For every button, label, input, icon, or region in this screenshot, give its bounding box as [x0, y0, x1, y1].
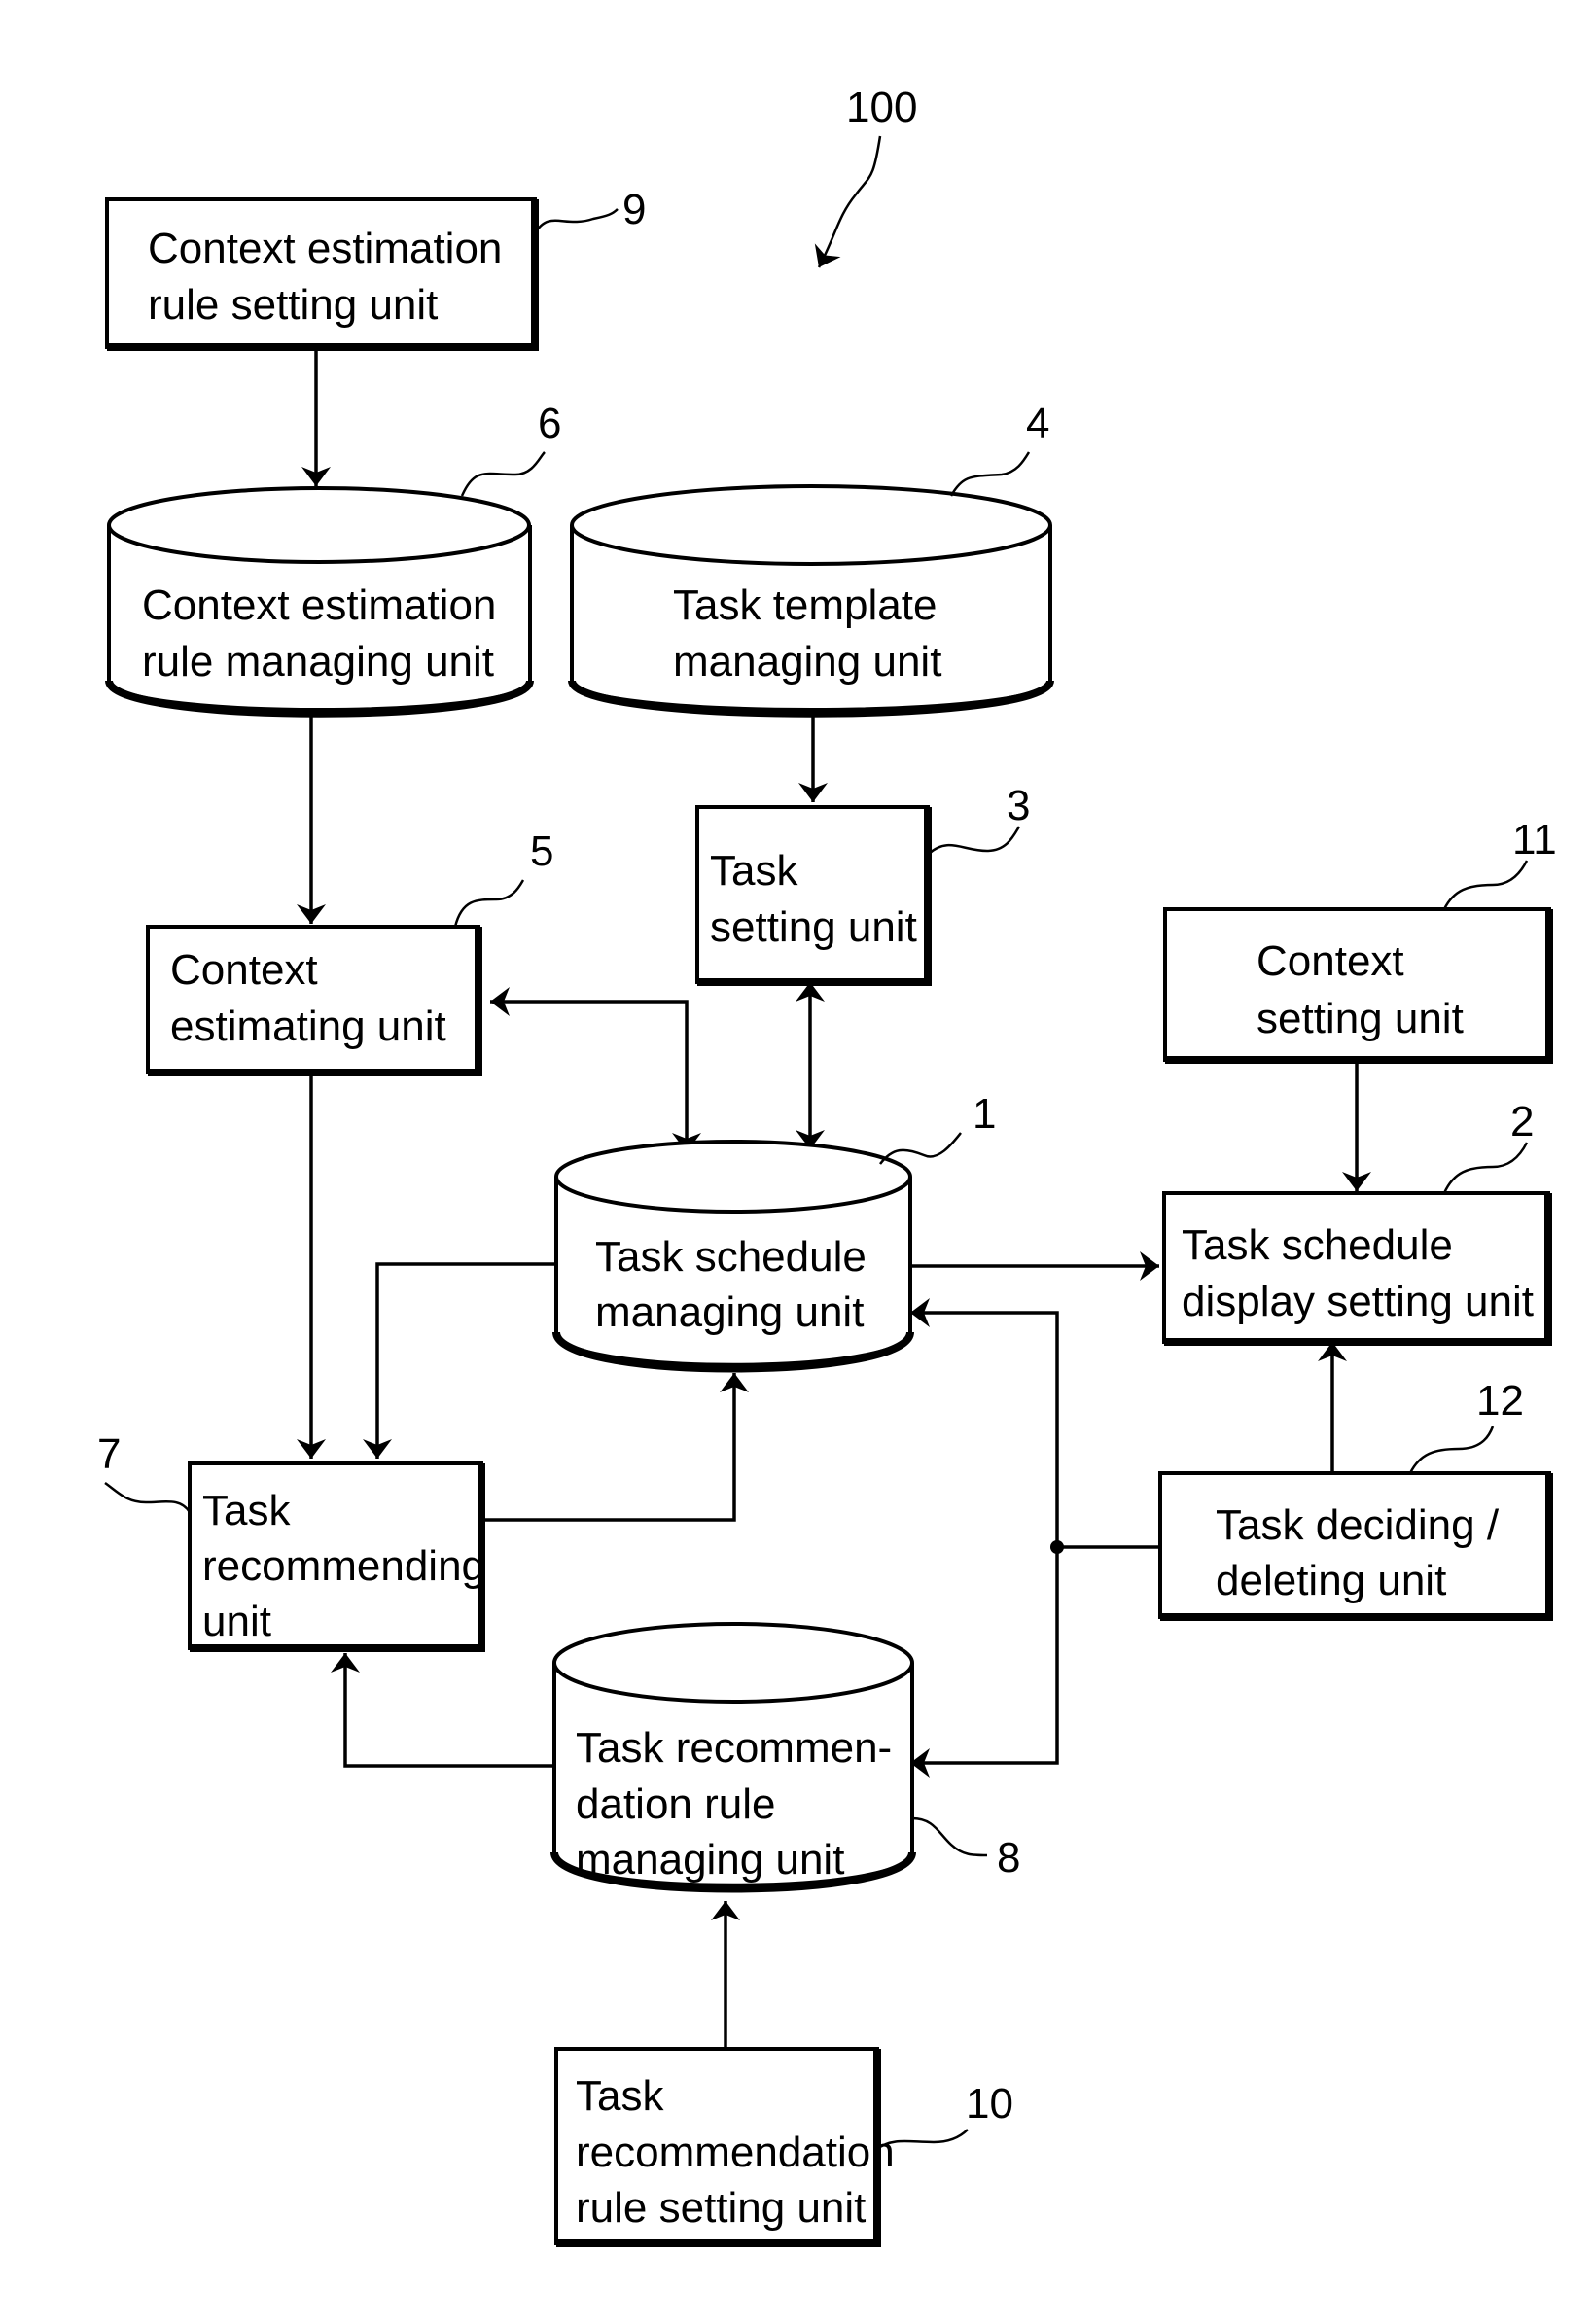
- ref-number: 9: [622, 186, 646, 233]
- unit-label-line: Task: [710, 847, 798, 895]
- ref-leader: [460, 451, 546, 497]
- unit-context-estimation-rule-setting[interactable]: Context estimation rule setting unit 9: [105, 186, 646, 351]
- figure-ref-label: 100: [846, 84, 917, 131]
- unit-task-template-managing[interactable]: Task template managing unit 4: [568, 400, 1054, 718]
- unit-label-line: Task: [202, 1487, 291, 1534]
- ref-number: 6: [538, 400, 561, 447]
- unit-label-line: Task schedule: [1182, 1221, 1453, 1269]
- unit-label-line: estimating unit: [170, 1003, 446, 1050]
- ref-leader: [911, 1816, 988, 1857]
- ref-number: 5: [530, 827, 553, 875]
- arrow-1-to-5: [490, 987, 701, 1152]
- unit-label-line: deleting unit: [1216, 1557, 1446, 1604]
- arrow-7-to-1: [482, 1373, 749, 1522]
- unit-label-line: Context: [170, 946, 318, 994]
- unit-label-line: setting unit: [710, 903, 917, 951]
- unit-label-line: setting unit: [1257, 995, 1464, 1042]
- unit-task-recommendation-rule-setting[interactable]: Task recommendation rule setting unit 10: [554, 2047, 1013, 2247]
- unit-label-line: managing unit: [576, 1836, 844, 1884]
- unit-task-setting[interactable]: Task setting unit 3: [695, 782, 1030, 986]
- junction-dot: [1050, 1540, 1064, 1554]
- ref-number: 7: [97, 1430, 121, 1478]
- unit-task-deciding-deleting[interactable]: Task deciding / deleting unit 12: [1158, 1377, 1553, 1621]
- unit-label-line: managing unit: [673, 638, 941, 686]
- ref-number: 10: [966, 2080, 1013, 2128]
- unit-label-line: Task: [576, 2072, 664, 2120]
- block-diagram: 100 Context estimation rule setting unit…: [97, 84, 1557, 2247]
- ref-number: 11: [1512, 816, 1557, 863]
- unit-label-line: rule managing unit: [142, 638, 494, 686]
- arrow-8-to-7: [331, 1653, 556, 1768]
- arrow-junction-to-8: [910, 1547, 1059, 1778]
- unit-label-line: display setting unit: [1182, 1278, 1534, 1325]
- unit-label-line: rule setting unit: [148, 281, 438, 329]
- unit-label-line: managing unit: [595, 1288, 864, 1336]
- unit-task-schedule-managing[interactable]: Task schedule managing unit 1: [552, 1090, 996, 1373]
- unit-label-line: recommendation: [576, 2129, 895, 2176]
- ref-leader: [1408, 1426, 1495, 1474]
- unit-label-line: Context estimation: [148, 225, 502, 272]
- ref-number: 4: [1026, 400, 1049, 447]
- unit-label-line: Context: [1257, 937, 1404, 985]
- ref-leader: [533, 208, 619, 234]
- ref-number: 12: [1476, 1377, 1524, 1425]
- arrow-junction-to-1: [910, 1298, 1059, 1547]
- ref-leader: [104, 1481, 192, 1513]
- unit-label-line: Task template: [673, 581, 937, 629]
- ref-number: 1: [973, 1090, 996, 1138]
- unit-context-estimation-rule-managing[interactable]: Context estimation rule managing unit 6: [105, 400, 561, 718]
- ref-number: 8: [997, 1834, 1020, 1882]
- ref-number: 2: [1510, 1098, 1534, 1145]
- unit-context-estimating[interactable]: Context estimating unit 5: [146, 827, 553, 1076]
- ref-leader: [949, 451, 1031, 497]
- unit-label-line: dation rule: [576, 1780, 775, 1828]
- unit-label-line: Task recommen-: [576, 1724, 892, 1772]
- unit-label-line: rule setting unit: [576, 2184, 866, 2232]
- unit-task-recommendation-rule-managing[interactable]: Task recommen- dation rule managing unit…: [550, 1622, 1020, 1893]
- ref-leader: [1442, 1142, 1529, 1194]
- unit-context-setting[interactable]: Context setting unit 11: [1163, 816, 1557, 1064]
- arrow-1-to-7: [363, 1262, 556, 1459]
- figure-ref-arrow: [814, 135, 882, 268]
- unit-label-line: unit: [202, 1598, 271, 1645]
- unit-label-line: Task deciding /: [1216, 1501, 1500, 1549]
- ref-leader: [928, 826, 1021, 855]
- unit-label-line: Context estimation: [142, 581, 496, 629]
- unit-label-line: recommending: [202, 1542, 485, 1590]
- ref-leader: [453, 879, 525, 928]
- unit-label-line: Task schedule: [595, 1233, 867, 1281]
- unit-task-recommending[interactable]: Task recommending unit 7: [97, 1430, 485, 1652]
- ref-number: 3: [1007, 782, 1030, 829]
- ref-leader: [1442, 860, 1529, 910]
- figure-reference: 100: [814, 84, 917, 268]
